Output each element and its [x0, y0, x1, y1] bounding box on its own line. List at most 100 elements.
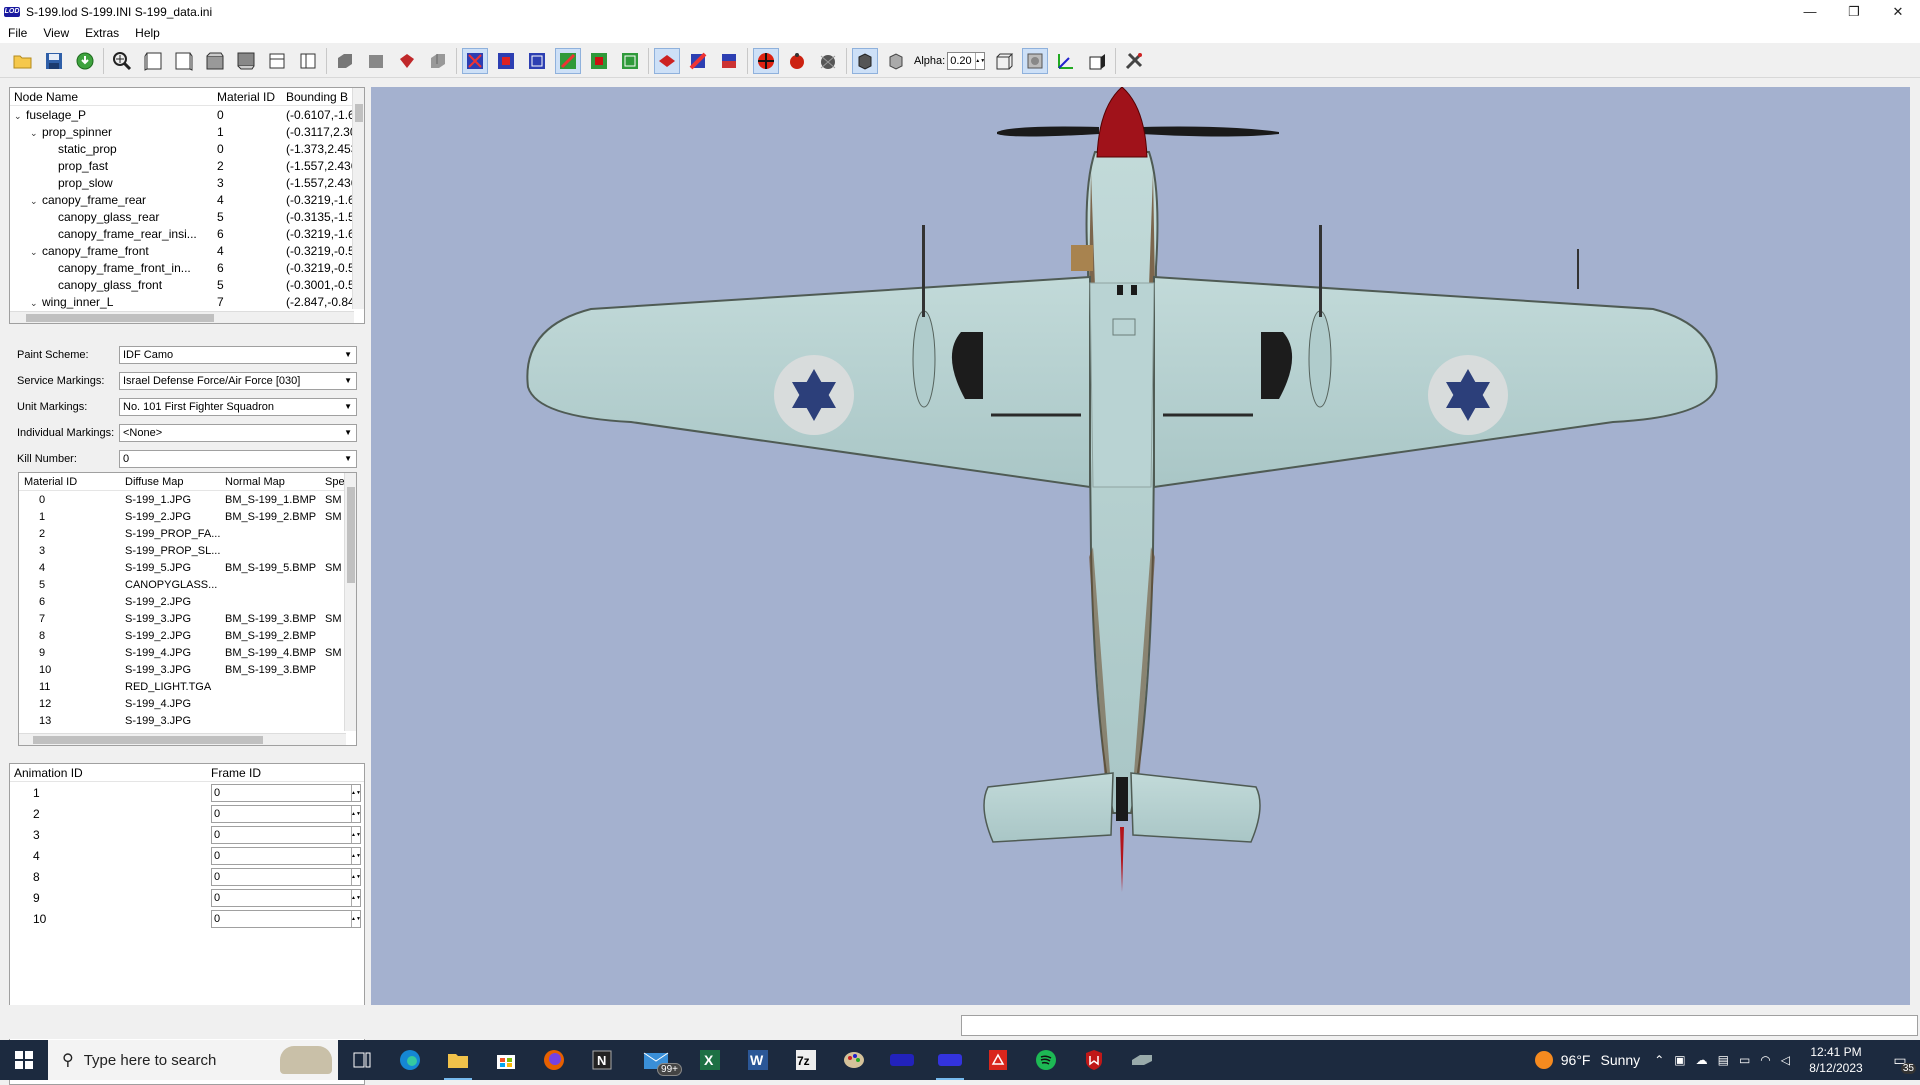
- tree-node-row[interactable]: canopy_glass_rear 5 (-0.3135,-1.5: [10, 208, 364, 225]
- frame-id-spinner[interactable]: 0 ▲▼: [211, 909, 361, 928]
- taskbar-search[interactable]: ⚲ Type here to search: [48, 1040, 338, 1080]
- meet-now-icon[interactable]: ▣: [1674, 1053, 1685, 1067]
- wireframe-red-icon[interactable]: [462, 47, 488, 74]
- file-explorer-icon[interactable]: [434, 1040, 482, 1080]
- game-app-icon[interactable]: [1118, 1040, 1166, 1080]
- shade-flat-icon[interactable]: [332, 48, 358, 74]
- menu-file[interactable]: File: [0, 26, 35, 40]
- frame-id-spinner[interactable]: 0 ▲▼: [211, 825, 361, 844]
- task-view-icon[interactable]: [338, 1040, 386, 1080]
- column-diffuse-map[interactable]: Diffuse Map: [123, 476, 223, 488]
- material-row[interactable]: 9 S-199_4.JPG BM_S-199_4.BMP SM: [19, 644, 356, 661]
- model-viewport[interactable]: [371, 87, 1910, 1005]
- alpha-spinner-arrows-icon[interactable]: ▲▼: [975, 52, 985, 69]
- material-row[interactable]: 10 S-199_3.JPG BM_S-199_3.BMP: [19, 661, 356, 678]
- speaker-icon[interactable]: ◁: [1781, 1053, 1790, 1067]
- mcafee-icon[interactable]: [1070, 1040, 1118, 1080]
- mail-icon[interactable]: 99+: [626, 1040, 686, 1080]
- material-row[interactable]: 2 S-199_PROP_FA...: [19, 525, 356, 542]
- clock[interactable]: 12:41 PM 8/12/2023: [1796, 1044, 1876, 1076]
- close-button[interactable]: ✕: [1876, 0, 1920, 23]
- view-back-icon[interactable]: [171, 48, 197, 74]
- material-table-vscroll-thumb[interactable]: [347, 487, 355, 583]
- edge-icon[interactable]: [386, 1040, 434, 1080]
- kill-number-select[interactable]: 0 ▼: [119, 450, 357, 468]
- minimize-button[interactable]: —: [1788, 0, 1832, 23]
- material-row[interactable]: 3 S-199_PROP_SL...: [19, 542, 356, 559]
- node-tree-vscrollbar[interactable]: [352, 88, 364, 309]
- node-tree-hscrollbar[interactable]: [10, 311, 354, 323]
- open-box-icon[interactable]: [1084, 48, 1110, 74]
- spinner-arrows-icon[interactable]: ▲▼: [351, 826, 361, 843]
- frame-id-spinner[interactable]: 0 ▲▼: [211, 867, 361, 886]
- model-multi-icon[interactable]: [685, 48, 711, 74]
- node-tree[interactable]: Node Name Material ID Bounding B ⌄ fusela…: [9, 87, 365, 324]
- firefox-icon[interactable]: [530, 1040, 578, 1080]
- spinner-arrows-icon[interactable]: ▲▼: [351, 784, 361, 801]
- material-row[interactable]: 7 S-199_3.JPG BM_S-199_3.BMP SM: [19, 610, 356, 627]
- wifi-icon[interactable]: ◠: [1760, 1053, 1770, 1067]
- material-row[interactable]: 0 S-199_1.JPG BM_S-199_1.BMP SM: [19, 491, 356, 508]
- box-blue-icon[interactable]: [524, 48, 550, 74]
- word-icon[interactable]: W: [734, 1040, 782, 1080]
- tree-node-row[interactable]: canopy_frame_rear_insi... 6 (-0.3219,-1.6: [10, 225, 364, 242]
- tree-node-row[interactable]: static_prop 0 (-1.373,2.453: [10, 140, 364, 157]
- node-tree-vscroll-thumb[interactable]: [355, 104, 363, 122]
- start-button[interactable]: [0, 1040, 48, 1080]
- spinner-arrows-icon[interactable]: ▲▼: [351, 805, 361, 822]
- zoom-icon[interactable]: [109, 48, 135, 74]
- shade-solid-icon[interactable]: [363, 48, 389, 74]
- target-icon[interactable]: [753, 47, 779, 74]
- service-markings-select[interactable]: Israel Defense Force/Air Force [030] ▼: [119, 372, 357, 390]
- lod-app-active-icon[interactable]: [926, 1040, 974, 1080]
- model-layers-icon[interactable]: [716, 48, 742, 74]
- column-normal-map[interactable]: Normal Map: [223, 476, 323, 488]
- material-row[interactable]: 8 S-199_2.JPG BM_S-199_2.BMP: [19, 627, 356, 644]
- store-icon[interactable]: [482, 1040, 530, 1080]
- view-left-icon[interactable]: [264, 48, 290, 74]
- menu-extras[interactable]: Extras: [77, 26, 127, 40]
- box-blue-red-icon[interactable]: [493, 48, 519, 74]
- notification-center-button[interactable]: ▭ 35: [1880, 1040, 1920, 1080]
- menu-view[interactable]: View: [35, 26, 77, 40]
- bug-red-icon[interactable]: [784, 48, 810, 74]
- display-icon[interactable]: ▤: [1718, 1053, 1729, 1067]
- material-row[interactable]: 11 RED_LIGHT.TGA: [19, 678, 356, 695]
- shade-textured-icon[interactable]: [394, 48, 420, 74]
- chevron-down-icon[interactable]: ⌄: [30, 128, 42, 139]
- spotify-icon[interactable]: [1022, 1040, 1070, 1080]
- view-front-icon[interactable]: [140, 48, 166, 74]
- box-green-dark-icon[interactable]: [586, 48, 612, 74]
- cube-dark-icon[interactable]: [852, 47, 878, 74]
- node-tree-hscroll-thumb[interactable]: [26, 314, 214, 322]
- column-material-id[interactable]: Material ID: [19, 476, 123, 488]
- tree-node-row[interactable]: prop_slow 3 (-1.557,2.436: [10, 174, 364, 191]
- shade-smooth-icon[interactable]: [425, 48, 451, 74]
- view-bottom-icon[interactable]: [233, 48, 259, 74]
- wire-cube-icon[interactable]: [991, 48, 1017, 74]
- tree-node-row[interactable]: prop_fast 2 (-1.557,2.436: [10, 157, 364, 174]
- paint-scheme-select[interactable]: IDF Camo ▼: [119, 346, 357, 364]
- chevron-up-icon[interactable]: ⌃: [1654, 1053, 1664, 1067]
- excel-icon[interactable]: X: [686, 1040, 734, 1080]
- unit-markings-select[interactable]: No. 101 First Fighter Squadron ▼: [119, 398, 357, 416]
- menu-help[interactable]: Help: [127, 26, 168, 40]
- view-top-icon[interactable]: [202, 48, 228, 74]
- reload-icon[interactable]: [72, 48, 98, 74]
- tree-node-row[interactable]: ⌄ fuselage_P 0 (-0.6107,-1.6: [10, 106, 364, 123]
- material-table-hscroll-thumb[interactable]: [33, 736, 263, 744]
- column-frame-id[interactable]: Frame ID: [211, 766, 261, 780]
- alpha-spinner[interactable]: 0.20 ▲▼: [947, 51, 986, 70]
- spinner-arrows-icon[interactable]: ▲▼: [351, 868, 361, 885]
- material-table-vscrollbar[interactable]: [344, 473, 356, 731]
- battery-icon[interactable]: ▭: [1739, 1053, 1750, 1067]
- acrobat-icon[interactable]: [974, 1040, 1022, 1080]
- lod-app-icon[interactable]: [878, 1040, 926, 1080]
- restore-button[interactable]: ❐: [1832, 0, 1876, 23]
- tools-icon[interactable]: [1121, 48, 1147, 74]
- column-node-name[interactable]: Node Name: [10, 90, 214, 104]
- chevron-down-icon[interactable]: ⌄: [14, 111, 26, 122]
- paint-icon[interactable]: [830, 1040, 878, 1080]
- onedrive-icon[interactable]: ☁: [1696, 1053, 1708, 1067]
- frame-id-spinner[interactable]: 0 ▲▼: [211, 804, 361, 823]
